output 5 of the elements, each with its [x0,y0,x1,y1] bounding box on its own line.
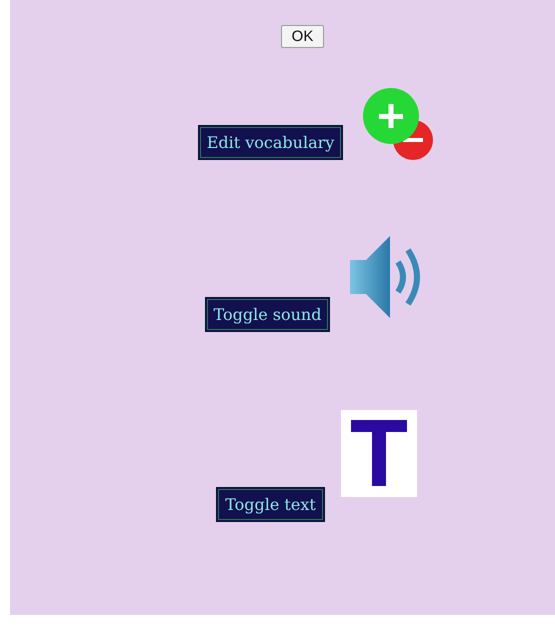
text-icon [340,410,417,497]
action-button[interactable]: Edit vocabulary [198,125,344,160]
action-button[interactable]: Toggle sound [204,297,330,332]
action-button[interactable]: Toggle text [216,487,325,522]
ok-button[interactable]: OK [280,25,324,48]
